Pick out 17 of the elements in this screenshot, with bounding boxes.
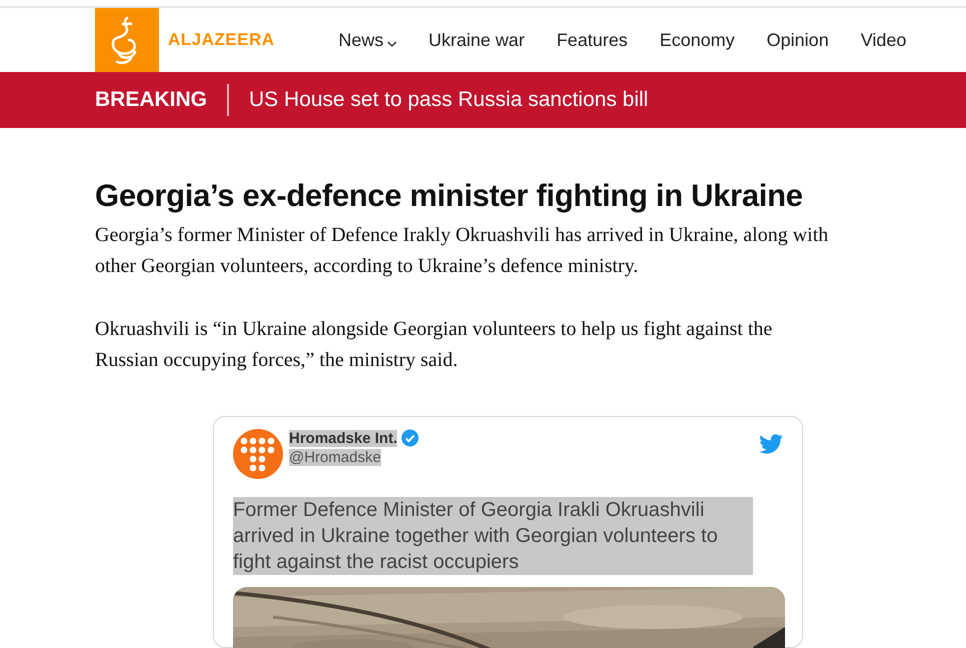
article-title: Georgia’s ex-defence minister fighting in Ukraine xyxy=(95,178,804,214)
breaking-headline[interactable]: US House set to pass Russia sanctions bill xyxy=(229,88,648,112)
nav-link[interactable]: Ukraine war xyxy=(428,30,525,50)
nav-link[interactable]: Economy xyxy=(660,30,735,50)
article-paragraph: Okruashvili is “in Ukraine alongside Georgian volunteers to help us fight against the Russian occupying forces,” the ministry said. xyxy=(95,317,774,373)
avatar-icon xyxy=(233,429,283,479)
nav-link[interactable]: News xyxy=(338,30,397,50)
bird-icon xyxy=(759,433,783,454)
author-handle[interactable]: @Hromadske xyxy=(289,449,381,466)
nav-link[interactable]: Opinion xyxy=(766,30,829,50)
author-name[interactable]: Hromadske Int. xyxy=(289,430,398,446)
breaking-label: BREAKING xyxy=(95,84,230,116)
tweet-text: Former Defence Minister of Georgia Irakli Okruashvili arrived in Ukraine together with Georgian volunteers to fight against the racist occupiers xyxy=(233,497,753,575)
logo-icon[interactable] xyxy=(95,8,159,72)
nav-link[interactable]: Video xyxy=(860,30,906,50)
nav-link[interactable]: Features xyxy=(556,30,628,50)
article-paragraph: Georgia’s former Minister of Defence Irakly Okruashvili has arrived in Ukraine, along with other Georgian volunteers, according to Ukraine’s defence ministry. xyxy=(95,223,830,279)
